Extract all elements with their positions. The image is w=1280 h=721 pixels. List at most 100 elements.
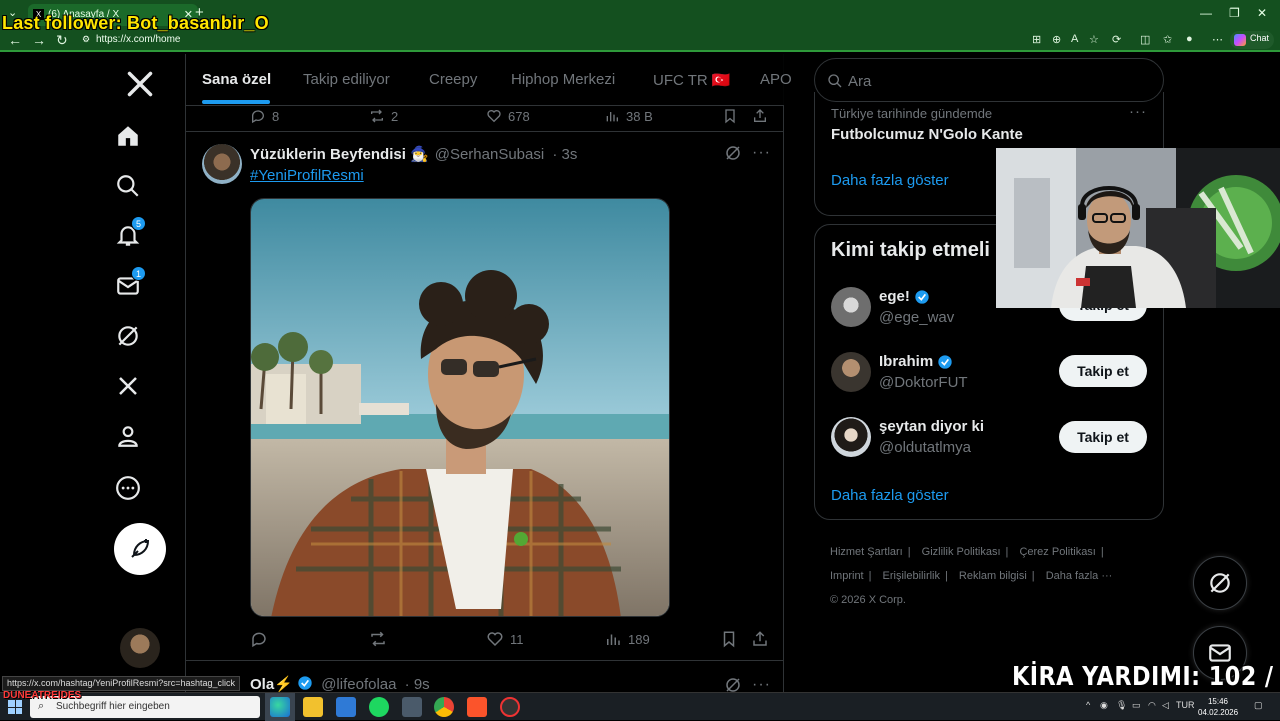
tab-ufc-tr[interactable]: UFC TR 🇹🇷 bbox=[653, 71, 731, 89]
trend-name[interactable]: Futbolcumuz N'Golo Kante bbox=[831, 126, 1023, 143]
edge-browser-icon[interactable] bbox=[270, 697, 290, 717]
tray-app-icon[interactable]: ◉ bbox=[1100, 700, 1108, 711]
prev-share-icon[interactable] bbox=[752, 108, 768, 124]
volume-icon[interactable]: ◁ bbox=[1162, 700, 1169, 711]
user-avatar-seytan[interactable] bbox=[831, 417, 871, 457]
reload-icon[interactable]: ↻ bbox=[56, 32, 68, 49]
user-handle-ege[interactable]: @ege_wav bbox=[879, 309, 954, 326]
back-arrow-icon[interactable]: ← bbox=[8, 32, 22, 48]
more-options-icon[interactable] bbox=[112, 472, 144, 504]
notification-center-icon[interactable]: ▢ bbox=[1254, 700, 1263, 711]
tab-for-you[interactable]: Sana özel bbox=[202, 71, 271, 88]
copilot-chat-button[interactable]: Chat bbox=[1230, 31, 1275, 49]
network-icon[interactable]: ▭ bbox=[1132, 700, 1141, 711]
footer-link-cookies[interactable]: Çerez Politikası bbox=[1019, 546, 1095, 558]
refresh-extension-icon[interactable]: ⟳ bbox=[1112, 33, 1121, 46]
footer-link-accessibility[interactable]: Erişilebilirlik bbox=[883, 570, 940, 582]
taskbar-clock[interactable]: 15:46 04.02.2026 bbox=[1198, 696, 1238, 718]
share-icon[interactable] bbox=[751, 630, 769, 648]
user-name-seytan[interactable]: şeytan diyor ki bbox=[879, 418, 984, 435]
tab-following[interactable]: Takip ediliyor bbox=[303, 71, 390, 88]
footer-link-imprint[interactable]: Imprint bbox=[830, 570, 864, 582]
prev-bookmark-icon[interactable] bbox=[722, 108, 738, 124]
microphone-icon[interactable]: 🎙 bbox=[1116, 700, 1127, 711]
brave-icon[interactable] bbox=[467, 697, 487, 717]
like-button[interactable]: 11 bbox=[486, 630, 524, 648]
next-tweet-time[interactable]: · 9s bbox=[405, 676, 430, 692]
user-avatar-ege[interactable] bbox=[831, 287, 871, 327]
hashtag-link[interactable]: #YeniProfilResmi bbox=[250, 167, 364, 184]
account-avatar[interactable] bbox=[120, 628, 160, 668]
explore-search-icon[interactable] bbox=[112, 170, 144, 202]
views-button[interactable]: 189 bbox=[604, 630, 650, 648]
trends-show-more-link[interactable]: Daha fazla göster bbox=[831, 172, 949, 189]
chrome-icon[interactable] bbox=[434, 697, 454, 717]
next-tweet-handle[interactable]: @lifeofolaa bbox=[321, 676, 396, 692]
x-logo-icon[interactable] bbox=[120, 64, 160, 104]
reply-button[interactable] bbox=[250, 630, 274, 648]
user-avatar-ibrahim[interactable] bbox=[831, 352, 871, 392]
obs-icon[interactable] bbox=[500, 697, 520, 717]
user-name-ibrahim[interactable]: Ibrahim bbox=[879, 353, 953, 370]
prev-views-button[interactable]: 38 B bbox=[604, 108, 653, 124]
footer-link-privacy[interactable]: Gizlilik Politikası bbox=[922, 546, 1001, 558]
language-indicator[interactable]: TUR bbox=[1176, 700, 1195, 710]
file-explorer-icon[interactable] bbox=[303, 697, 323, 717]
user-handle-seytan[interactable]: @oldutatlmya bbox=[879, 439, 971, 456]
close-window-icon[interactable]: ✕ bbox=[1257, 6, 1267, 20]
user-name-ege[interactable]: ege! bbox=[879, 288, 930, 305]
footer-link-ads-info[interactable]: Reklam bilgisi bbox=[959, 570, 1027, 582]
footer-link-more[interactable]: Daha fazla ··· bbox=[1046, 570, 1113, 582]
tab-hiphop-merkezi[interactable]: Hiphop Merkezi bbox=[511, 71, 615, 88]
home-icon[interactable] bbox=[112, 120, 144, 152]
premium-x-icon[interactable] bbox=[112, 370, 144, 402]
profile-person-icon[interactable] bbox=[112, 420, 144, 452]
tweet-author-avatar[interactable] bbox=[202, 144, 242, 184]
grok-floating-button[interactable] bbox=[1193, 556, 1247, 610]
grok-icon[interactable] bbox=[112, 320, 144, 352]
tweet-author-handle[interactable]: @SerhanSubasi bbox=[435, 146, 544, 163]
tab-apo[interactable]: APO bbox=[760, 71, 792, 88]
split-screen-icon[interactable]: ◫ bbox=[1140, 33, 1150, 46]
read-aloud-icon[interactable]: A bbox=[1071, 33, 1078, 45]
trend-more-icon[interactable]: ··· bbox=[1129, 103, 1147, 120]
tab-creepy[interactable]: Creepy bbox=[429, 71, 477, 88]
tweet-grok-icon[interactable] bbox=[724, 144, 742, 162]
tweet-author-name[interactable]: Yüzüklerin Beyfendisi 🧙‍♂️ bbox=[250, 146, 429, 163]
tweet-photo[interactable] bbox=[250, 198, 670, 617]
more-menu-icon[interactable]: ⋯ bbox=[1212, 33, 1223, 46]
profile-avatar-icon[interactable]: ● bbox=[1186, 33, 1193, 45]
messages-envelope-icon[interactable]: 1 bbox=[112, 266, 146, 302]
tweet-time[interactable]: · 3s bbox=[552, 146, 577, 163]
forward-arrow-icon[interactable]: → bbox=[32, 32, 46, 48]
compose-post-button[interactable] bbox=[114, 523, 166, 575]
next-tweet-grok-icon[interactable] bbox=[724, 676, 742, 692]
who-to-follow-show-more-link[interactable]: Daha fazla göster bbox=[831, 487, 949, 504]
prev-like-button[interactable]: 678 bbox=[486, 108, 530, 124]
prev-reply-button[interactable]: 8 bbox=[250, 108, 279, 124]
bookmark-icon[interactable] bbox=[720, 630, 738, 648]
windows-start-icon[interactable] bbox=[8, 700, 22, 714]
favorites-icon[interactable]: ✩ bbox=[1163, 33, 1172, 46]
prev-repost-button[interactable]: 2 bbox=[369, 108, 398, 124]
minimize-icon[interactable]: — bbox=[1200, 6, 1212, 20]
zoom-icon[interactable]: ⊕ bbox=[1052, 33, 1061, 46]
notifications-bell-icon[interactable]: 5 bbox=[112, 216, 146, 252]
footer-link-terms[interactable]: Hizmet Şartları bbox=[830, 546, 903, 558]
maximize-icon[interactable]: ❐ bbox=[1229, 6, 1240, 20]
wifi-icon[interactable]: ◠ bbox=[1148, 700, 1156, 711]
favorite-star-icon[interactable]: ☆ bbox=[1089, 33, 1099, 46]
calculator-icon[interactable] bbox=[402, 697, 422, 717]
search-box[interactable]: Ara bbox=[814, 58, 1164, 102]
site-info-icon[interactable]: ⚙ bbox=[82, 34, 90, 45]
tray-chevron-icon[interactable]: ^ bbox=[1086, 700, 1090, 710]
user-handle-ibrahim[interactable]: @DoktorFUT bbox=[879, 374, 968, 391]
repost-button[interactable] bbox=[369, 630, 393, 648]
tweet-more-icon[interactable]: ··· bbox=[752, 144, 771, 162]
next-tweet-more-icon[interactable]: ··· bbox=[752, 676, 771, 692]
follow-button-seytan[interactable]: Takip et bbox=[1059, 421, 1147, 453]
store-icon[interactable] bbox=[336, 697, 356, 717]
app-install-icon[interactable]: ⊞ bbox=[1032, 33, 1041, 46]
follow-button-ibrahim[interactable]: Takip et bbox=[1059, 355, 1147, 387]
spotify-icon[interactable] bbox=[369, 697, 389, 717]
